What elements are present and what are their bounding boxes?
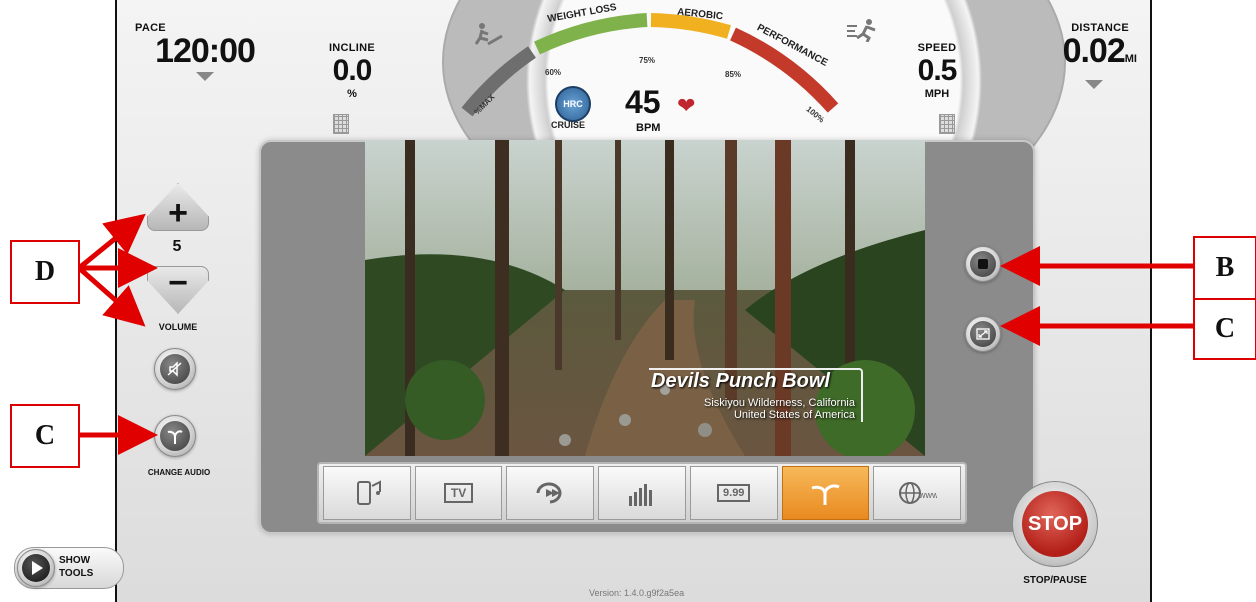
show-tools-button[interactable]: SHOW TOOLS xyxy=(14,547,124,589)
change-audio-button[interactable] xyxy=(154,415,196,457)
stop-video-button[interactable] xyxy=(965,246,1001,282)
minus-icon: − xyxy=(168,263,188,302)
annotation-c-left: C xyxy=(10,404,80,468)
distance-display[interactable]: DISTANCE 0.02MI xyxy=(997,22,1137,89)
distance-dropdown-icon[interactable] xyxy=(1085,80,1103,89)
heart-icon: ❤ xyxy=(677,93,696,118)
speed-display[interactable]: SPEED 0.5 MPH xyxy=(902,42,972,100)
video-location-line2: United States of America xyxy=(733,409,855,421)
stop-button[interactable]: STOP xyxy=(1012,481,1098,567)
change-audio-label: CHANGE AUDIO xyxy=(147,468,211,477)
mute-button[interactable] xyxy=(154,348,196,390)
toolbar-phone-music[interactable] xyxy=(323,466,411,520)
audio-route-icon xyxy=(160,421,190,451)
mute-icon xyxy=(160,354,190,384)
play-icon xyxy=(22,554,50,582)
replay-icon xyxy=(536,482,562,504)
zone-weight-loss-segment xyxy=(534,13,648,55)
video-title: Devils Punch Bowl xyxy=(651,370,830,392)
phone-music-icon xyxy=(356,480,381,505)
fullscreen-icon xyxy=(970,321,996,347)
toolbar-web[interactable]: www xyxy=(873,466,962,520)
equalizer-icon xyxy=(629,484,653,506)
bpm-label: BPM xyxy=(636,122,661,134)
show-tools-line2: TOOLS xyxy=(59,568,94,579)
version-label: Version: 1.4.0.g9f2a5ea xyxy=(589,588,685,598)
annotation-b: B xyxy=(1193,236,1256,300)
hrc-mode-label: CRUISE xyxy=(551,120,586,130)
volume-up-button[interactable]: + xyxy=(147,183,209,231)
web-icon: www xyxy=(899,482,937,504)
video-location-line1: Siskiyou Wilderness, California xyxy=(704,397,855,409)
runner-icon xyxy=(845,18,879,48)
volume-down-button[interactable]: − xyxy=(147,266,209,314)
hrc-mode-icon[interactable]: HRC xyxy=(555,86,591,122)
annotation-d: D xyxy=(10,240,80,304)
stop-button-label: STOP xyxy=(1022,491,1088,557)
plus-icon: + xyxy=(168,193,188,232)
toolbar-scenic-route[interactable] xyxy=(781,466,870,520)
speed-value: 0.5 xyxy=(917,54,958,87)
percent-mark-85: 85% xyxy=(725,70,742,79)
scenic-route-icon xyxy=(811,484,841,505)
speed-unit: MPH xyxy=(924,88,950,100)
walker-icon xyxy=(474,22,504,52)
volume-label: VOLUME xyxy=(158,322,198,332)
distance-unit: MI xyxy=(1124,53,1137,65)
percent-mark-60: 60% xyxy=(545,68,562,77)
speed-calculator-icon[interactable] xyxy=(939,114,955,134)
price-display-icon: 9.99 xyxy=(717,484,751,502)
treadmill-console: PACE 120:00 INCLINE 0.0 % WEIGHT LOSS AE… xyxy=(115,0,1152,602)
annotation-c-right: C xyxy=(1193,298,1256,360)
distance-value: 0.02 xyxy=(1062,32,1126,70)
show-tools-line1: SHOW xyxy=(59,555,91,566)
video-player[interactable]: Devils Punch Bowl Siskiyou Wilderness, C… xyxy=(365,140,925,456)
toolbar-replay[interactable] xyxy=(506,466,595,520)
percent-mark-75: 75% xyxy=(639,56,656,65)
tv-icon: TV xyxy=(443,483,474,503)
volume-level: 5 xyxy=(172,238,182,255)
stop-pause-caption: STOP/PAUSE xyxy=(1023,575,1087,586)
bpm-value: 45 xyxy=(625,84,661,120)
svg-text:www: www xyxy=(918,490,937,500)
speed-label: SPEED xyxy=(917,42,957,54)
media-toolbar: TV 9.99 www xyxy=(317,462,967,524)
play-button[interactable] xyxy=(17,549,55,587)
toolbar-tv[interactable]: TV xyxy=(414,466,503,520)
toolbar-price-display[interactable]: 9.99 xyxy=(689,466,778,520)
zone-max-segment xyxy=(461,46,536,117)
stop-square-icon xyxy=(970,251,996,277)
fullscreen-button[interactable] xyxy=(965,316,1001,352)
toolbar-equalizer[interactable] xyxy=(598,466,686,520)
